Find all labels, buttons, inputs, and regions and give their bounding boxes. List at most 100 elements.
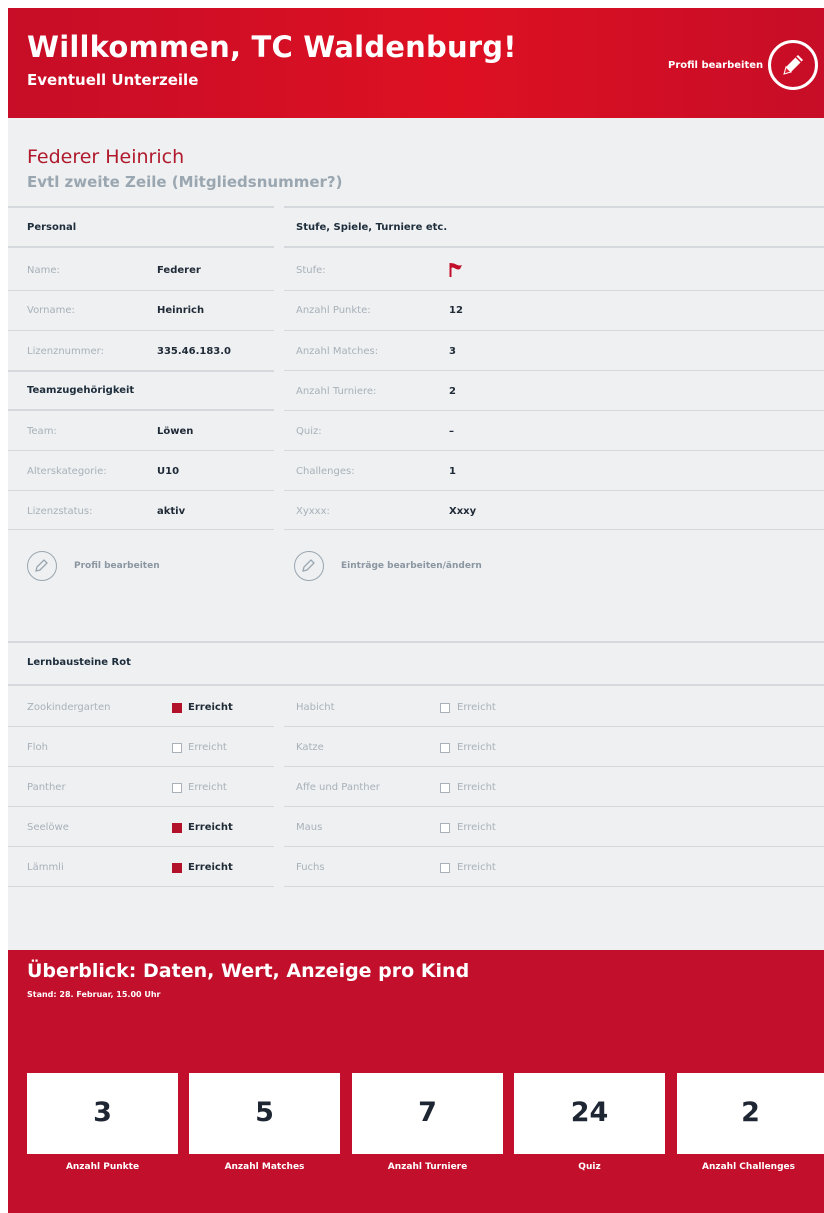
lernbaustein-label: Katze bbox=[296, 742, 324, 753]
stat-label: Anzahl Challenges bbox=[702, 1162, 795, 1172]
divider bbox=[284, 490, 824, 491]
divider bbox=[8, 246, 274, 248]
overview-section: Überblick: Daten, Wert, Anzeige pro Kind… bbox=[8, 950, 824, 1213]
reached-status: Erreicht bbox=[188, 782, 227, 793]
anzahl-punkte-value: 12 bbox=[449, 305, 463, 316]
lizenzstatus-value: aktiv bbox=[157, 506, 186, 517]
reached-checkbox[interactable] bbox=[440, 703, 450, 713]
challenges-value: 1 bbox=[449, 466, 456, 477]
alterskategorie-label: Alterskategorie: bbox=[27, 466, 107, 477]
divider bbox=[284, 450, 824, 451]
reached-checkbox[interactable] bbox=[172, 703, 182, 713]
divider bbox=[284, 410, 824, 411]
reached-checkbox[interactable] bbox=[440, 863, 450, 873]
section-heading-lernbausteine: Lernbausteine Rot bbox=[27, 657, 131, 668]
reached-checkbox[interactable] bbox=[440, 823, 450, 833]
divider bbox=[8, 450, 274, 451]
stat-card-challenges: 2 bbox=[677, 1073, 824, 1154]
divider bbox=[284, 766, 824, 767]
name-value: Federer bbox=[157, 265, 201, 276]
divider bbox=[8, 330, 274, 331]
lernbaustein-label: Affe und Panther bbox=[296, 782, 380, 793]
quiz-label: Quiz: bbox=[296, 426, 322, 437]
divider bbox=[284, 529, 824, 530]
page-title: Willkommen, TC Waldenburg! bbox=[27, 30, 517, 64]
stat-card-turniere: 7 bbox=[352, 1073, 503, 1154]
person-name: Federer Heinrich bbox=[27, 146, 185, 168]
divider bbox=[8, 409, 274, 411]
reached-checkbox[interactable] bbox=[172, 863, 182, 873]
pencil-icon bbox=[302, 559, 315, 572]
divider bbox=[284, 846, 824, 847]
reached-checkbox[interactable] bbox=[440, 743, 450, 753]
reached-status: Erreicht bbox=[457, 782, 496, 793]
anzahl-turniere-value: 2 bbox=[449, 386, 456, 397]
lernbaustein-label: Panther bbox=[27, 782, 66, 793]
divider bbox=[8, 766, 274, 767]
challenges-label: Challenges: bbox=[296, 466, 355, 477]
divider bbox=[284, 330, 824, 331]
page-subtitle: Eventuell Unterzeile bbox=[27, 71, 199, 89]
divider bbox=[284, 206, 824, 208]
divider bbox=[8, 684, 824, 686]
divider bbox=[284, 246, 824, 248]
edit-profile-button[interactable] bbox=[768, 40, 818, 90]
divider bbox=[8, 641, 824, 643]
team-value: Löwen bbox=[157, 426, 194, 437]
stat-card-matches: 5 bbox=[189, 1073, 340, 1154]
edit-profile-label[interactable]: Profil bearbeiten bbox=[74, 561, 160, 571]
divider bbox=[8, 490, 274, 491]
stat-label: Anzahl Turniere bbox=[387, 1162, 468, 1172]
reached-status: Erreicht bbox=[188, 702, 233, 713]
reached-status: Erreicht bbox=[188, 742, 227, 753]
lernbaustein-label: Fuchs bbox=[296, 862, 325, 873]
alterskategorie-value: U10 bbox=[157, 466, 180, 477]
stat-card-quiz: 24 bbox=[514, 1073, 665, 1154]
reached-status: Erreicht bbox=[188, 862, 233, 873]
profile-page: Willkommen, TC Waldenburg! Eventuell Unt… bbox=[8, 8, 824, 1213]
divider bbox=[284, 290, 824, 291]
section-heading-personal: Personal bbox=[27, 222, 77, 233]
edit-entries-circle-button[interactable] bbox=[294, 551, 324, 581]
pencil-icon bbox=[783, 55, 803, 75]
vorname-label: Vorname: bbox=[27, 305, 75, 316]
lernbaustein-label: Maus bbox=[296, 822, 323, 833]
anzahl-matches-label: Anzahl Matches: bbox=[296, 346, 379, 357]
vorname-value: Heinrich bbox=[157, 305, 205, 316]
lernbaustein-label: Lämmli bbox=[27, 862, 64, 873]
lernbaustein-label: Floh bbox=[27, 742, 48, 753]
stat-value: 5 bbox=[255, 1097, 274, 1128]
divider bbox=[284, 886, 824, 887]
stat-label: Quiz bbox=[578, 1162, 601, 1172]
reached-checkbox[interactable] bbox=[172, 783, 182, 793]
divider bbox=[8, 846, 274, 847]
edit-profile-circle-button[interactable] bbox=[27, 551, 57, 581]
stat-label: Anzahl Matches bbox=[224, 1162, 305, 1172]
lernbaustein-label: Habicht bbox=[296, 702, 335, 713]
reached-status: Erreicht bbox=[457, 702, 496, 713]
reached-checkbox[interactable] bbox=[172, 823, 182, 833]
reached-checkbox[interactable] bbox=[172, 743, 182, 753]
team-label: Team: bbox=[27, 426, 57, 437]
divider bbox=[8, 886, 274, 887]
lernbaustein-label: Zookindergarten bbox=[27, 702, 111, 713]
divider bbox=[8, 370, 274, 372]
person-second-line: Evtl zweite Zeile (Mitgliedsnummer?) bbox=[27, 173, 343, 191]
xyxxx-label: Xyxxx: bbox=[296, 506, 330, 517]
anzahl-punkte-label: Anzahl Punkte: bbox=[296, 305, 371, 316]
stat-card-punkte: 3 bbox=[27, 1073, 178, 1154]
overview-title: Überblick: Daten, Wert, Anzeige pro Kind bbox=[27, 960, 470, 982]
name-label: Name: bbox=[27, 265, 60, 276]
reached-status: Erreicht bbox=[457, 742, 496, 753]
reached-checkbox[interactable] bbox=[440, 783, 450, 793]
section-heading-stats: Stufe, Spiele, Turniere etc. bbox=[296, 222, 448, 233]
edit-profile-link[interactable]: Profil bearbeiten bbox=[668, 60, 763, 71]
reached-status: Erreicht bbox=[457, 822, 496, 833]
lizenznummer-label: Lizenznummer: bbox=[27, 346, 104, 357]
page-header: Willkommen, TC Waldenburg! Eventuell Unt… bbox=[8, 8, 824, 118]
edit-entries-label[interactable]: Einträge bearbeiten/ändern bbox=[341, 561, 482, 571]
stat-value: 2 bbox=[741, 1097, 760, 1128]
anzahl-turniere-label: Anzahl Turniere: bbox=[296, 386, 377, 397]
xyxxx-value: Xxxy bbox=[449, 506, 477, 517]
reached-status: Erreicht bbox=[188, 822, 233, 833]
